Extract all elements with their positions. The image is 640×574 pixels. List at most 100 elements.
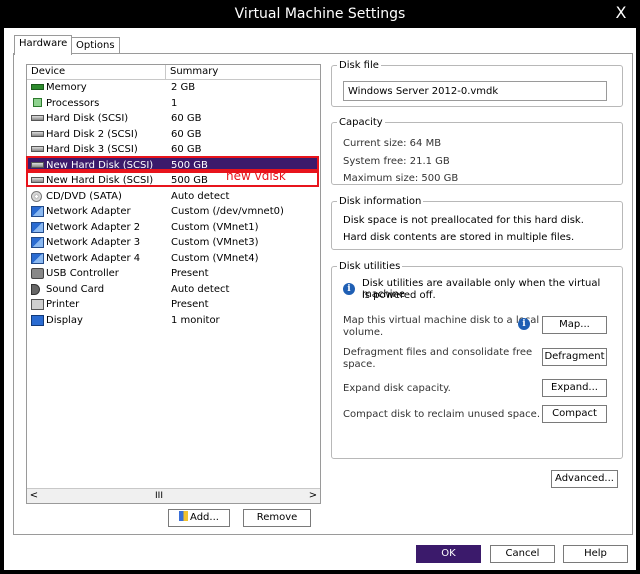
device-name: New Hard Disk (SCSI) (46, 175, 154, 186)
device-row[interactable]: Network Adapter 2 Custom (VMnet1) (28, 220, 319, 235)
device-row[interactable]: Network Adapter Custom (/dev/vmnet0) (28, 204, 319, 219)
cd-dvd-icon (31, 190, 42, 202)
device-list[interactable]: Device Summary Memory 2 GB Processors 1 Hard… (26, 64, 321, 504)
device-summary: Present (171, 299, 209, 310)
device-summary: 500 GB (171, 159, 208, 171)
hardware-panel: Device Summary Memory 2 GB Processors 1 Hard… (13, 53, 633, 535)
disk-info-line-2: Hard disk contents are stored in multipl… (343, 232, 575, 243)
device-row[interactable]: Sound Card Auto detect (28, 282, 319, 297)
map-text-line-1: Map this virtual machine disk to a local (343, 315, 540, 326)
hard-disk-icon (31, 161, 44, 168)
hard-disk-icon (31, 177, 44, 183)
device-name: Network Adapter 2 (46, 221, 141, 233)
tab-hardware[interactable]: Hardware (14, 35, 73, 55)
device-summary: Present (171, 268, 209, 279)
device-name: Network Adapter 3 (46, 237, 141, 248)
device-summary: 60 GB (171, 113, 202, 124)
help-button[interactable]: Help (563, 545, 628, 563)
dialog-client: Hardware Options Device Summary Memory 2 … (4, 28, 636, 570)
map-button[interactable]: Map... (542, 316, 607, 334)
device-row[interactable]: Hard Disk 3 (SCSI) 60 GB (28, 142, 319, 157)
device-summary: 60 GB (171, 128, 202, 140)
device-row[interactable]: Network Adapter 3 Custom (VMnet3) (28, 235, 319, 250)
expand-button[interactable]: Expand... (542, 379, 607, 397)
current-size-text: Current size: 64 MB (343, 138, 442, 149)
device-name: Hard Disk (SCSI) (46, 113, 129, 124)
device-row[interactable]: Hard Disk 2 (SCSI) 60 GB (28, 127, 319, 142)
defrag-text-line-1: Defragment files and consolidate free (343, 347, 533, 358)
column-device[interactable]: Device (31, 66, 65, 77)
device-list-header: Device Summary (27, 65, 320, 80)
device-name: Sound Card (46, 283, 105, 295)
network-adapter-icon (31, 252, 44, 264)
device-name: Memory (46, 82, 87, 93)
disk-info-line-1: Disk space is not preallocated for this … (343, 215, 584, 226)
info-icon: i (343, 283, 355, 295)
device-name: Network Adapter 4 (46, 252, 141, 264)
network-adapter-icon (31, 237, 44, 248)
printer-icon (31, 299, 44, 310)
new-vdisk-annotation: new vdisk (226, 169, 286, 183)
sound-card-icon (31, 283, 40, 295)
capacity-legend: Capacity (339, 117, 383, 128)
disk-file-field[interactable]: Windows Server 2012-0.vmdk (343, 81, 607, 101)
device-row[interactable]: Printer Present (28, 297, 319, 312)
scroll-left-icon[interactable]: < (27, 489, 41, 503)
ok-button[interactable]: OK (416, 545, 481, 563)
display-icon (31, 314, 44, 326)
device-row[interactable]: Memory 2 GB (28, 80, 319, 95)
hard-disk-icon (31, 130, 44, 137)
device-name: Printer (46, 299, 80, 310)
scroll-right-icon[interactable]: > (306, 489, 320, 503)
scroll-thumb[interactable]: III (149, 489, 169, 503)
remove-button[interactable]: Remove (243, 509, 311, 527)
window-title: Virtual Machine Settings (234, 6, 406, 22)
device-row[interactable]: Hard Disk (SCSI) 60 GB (28, 111, 319, 126)
device-name: New Hard Disk (SCSI) (46, 159, 154, 171)
system-free-text: System free: 21.1 GB (343, 156, 450, 167)
map-text-line-2: volume. (343, 327, 384, 338)
device-name: Hard Disk 2 (SCSI) (46, 128, 138, 140)
advanced-button[interactable]: Advanced... (551, 470, 618, 488)
add-button[interactable]: Add... (168, 509, 230, 527)
column-summary[interactable]: Summary (170, 66, 218, 77)
network-adapter-icon (31, 221, 44, 233)
title-bar: Virtual Machine Settings X (0, 0, 640, 28)
cancel-button[interactable]: Cancel (490, 545, 555, 563)
compact-button[interactable]: Compact (542, 405, 607, 423)
device-row[interactable]: USB Controller Present (28, 266, 319, 281)
capacity-group: Capacity Current size: 64 MB System free… (331, 117, 623, 185)
device-summary: Custom (VMnet3) (171, 237, 259, 248)
memory-icon (31, 84, 44, 90)
utilities-info-line-2: is powered off. (362, 290, 436, 301)
device-name: Network Adapter (46, 206, 131, 217)
disk-file-legend: Disk file (339, 60, 379, 71)
device-summary: Custom (/dev/vmnet0) (171, 206, 284, 217)
hard-disk-icon (31, 115, 44, 121)
device-summary: 500 GB (171, 175, 208, 186)
device-row[interactable]: Network Adapter 4 Custom (VMnet4) (28, 251, 319, 266)
device-name: Hard Disk 3 (SCSI) (46, 144, 138, 155)
tab-options[interactable]: Options (71, 37, 120, 54)
horizontal-scrollbar[interactable]: < III > (27, 488, 320, 503)
shield-icon (179, 511, 189, 521)
device-summary: Custom (VMnet1) (171, 221, 259, 233)
column-separator (165, 65, 166, 79)
expand-text: Expand disk capacity. (343, 383, 451, 394)
processor-icon (33, 97, 42, 107)
map-info-icon: i (518, 318, 530, 330)
device-row[interactable]: Display 1 monitor (28, 313, 319, 328)
hard-disk-icon (31, 146, 44, 152)
disk-file-group: Disk file Windows Server 2012-0.vmdk (331, 60, 623, 107)
close-button[interactable]: X (610, 2, 632, 24)
device-row[interactable]: CD/DVD (SATA) Auto detect (28, 189, 319, 204)
device-row[interactable]: Processors 1 (28, 96, 319, 111)
disk-information-group: Disk information Disk space is not preal… (331, 196, 623, 250)
device-summary: 60 GB (171, 144, 202, 155)
device-summary: Auto detect (171, 283, 230, 295)
add-button-label: Add... (190, 512, 219, 523)
device-summary: Custom (VMnet4) (171, 252, 259, 264)
device-summary: 1 monitor (171, 314, 220, 326)
device-name: Processors (46, 97, 100, 109)
defragment-button[interactable]: Defragment (542, 348, 607, 366)
